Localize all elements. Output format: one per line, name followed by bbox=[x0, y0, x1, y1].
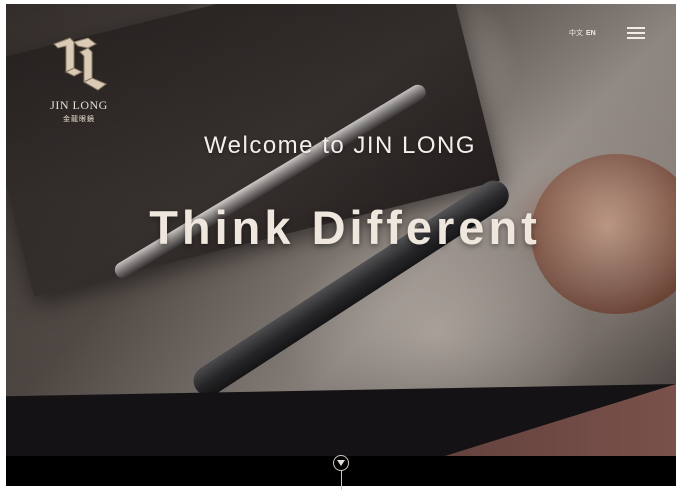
language-option-english[interactable]: EN bbox=[586, 30, 596, 37]
hero-welcome-text: Welcome to JIN LONG bbox=[203, 132, 477, 159]
scroll-down-button[interactable] bbox=[333, 455, 349, 471]
language-switcher: 中文 EN bbox=[569, 28, 596, 38]
brand-logo[interactable]: JIN LONG 金龍眼鏡 bbox=[38, 34, 120, 123]
hero-tagline: Think Different bbox=[149, 201, 541, 254]
language-option-chinese[interactable]: 中文 bbox=[569, 28, 583, 38]
hamburger-menu-icon[interactable] bbox=[627, 27, 645, 39]
chevron-down-icon bbox=[337, 460, 345, 466]
brand-name-en: JIN LONG bbox=[50, 98, 108, 112]
jin-long-logo-icon bbox=[53, 37, 107, 91]
brand-name-cn: 金龍眼鏡 bbox=[63, 116, 95, 123]
